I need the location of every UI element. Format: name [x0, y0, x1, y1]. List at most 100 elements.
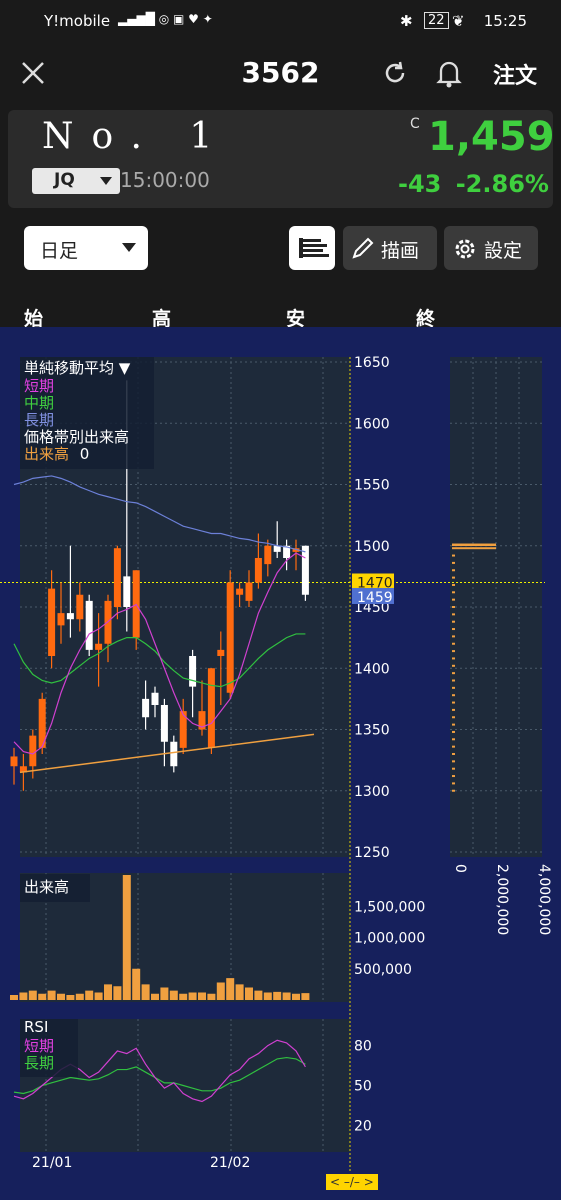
volume-bar: [75, 993, 84, 1000]
volume-profile-bar: [452, 664, 455, 667]
volume-profile-bar: [452, 642, 455, 645]
volume-bar: [113, 986, 122, 1000]
volume-profile-bar: [452, 569, 455, 572]
bell-icon[interactable]: [436, 58, 462, 88]
volume-bar: [254, 990, 263, 1000]
volume-profile-bar: [452, 730, 455, 733]
candle-body: [10, 756, 18, 767]
x-tick-label: 21/01: [32, 1155, 72, 1171]
price-change: -43 -2.86%: [398, 170, 549, 198]
list-view-button[interactable]: [289, 226, 335, 270]
volume-bar: [273, 991, 282, 1000]
candle-body: [301, 545, 309, 595]
price-tick-label: 1550: [354, 478, 390, 494]
volume-bar: [198, 992, 206, 1000]
volume-profile-bar: [452, 672, 455, 675]
volume-bar: [132, 968, 141, 1000]
volume-bar: [160, 987, 169, 1000]
volume-bar: [282, 992, 291, 1000]
rsi-long: 長期: [24, 1054, 55, 1072]
volume-profile-bar: [452, 686, 455, 689]
price-tick-label: 1500: [354, 539, 390, 555]
volume-bar: [179, 993, 188, 1000]
volume-tick-label: 1,500,000: [354, 899, 425, 915]
scroll-indicator[interactable]: < –/– >: [326, 1174, 378, 1190]
volume-bar: [216, 982, 225, 1000]
volume-profile-bar: [452, 591, 455, 594]
volume-profile-bar: [452, 753, 455, 755]
candle-body: [48, 588, 56, 656]
price-tick-label: 1350: [354, 723, 390, 739]
market-select[interactable]: JQ: [32, 168, 120, 194]
current-price: 1,459: [428, 114, 555, 160]
rsi-tick-label: 20: [354, 1118, 372, 1134]
candle-body: [160, 705, 168, 742]
candle-body: [226, 582, 234, 693]
volume-profile-bar: [452, 708, 455, 711]
volume-profile-bar: [452, 760, 455, 763]
volume-bar: [94, 992, 103, 1000]
settings-button[interactable]: 設定: [444, 226, 538, 270]
volume-bar: [301, 993, 310, 1000]
clock: 15:25: [483, 12, 527, 30]
carrier-label: Y!mobile: [44, 12, 111, 30]
bluetooth-icon: ✱: [400, 12, 413, 30]
volume-profile-bar: [452, 576, 455, 579]
draw-label: 描画: [381, 240, 420, 262]
last-price-marker-label: 1459: [357, 590, 393, 606]
volume-profile-bar: [452, 561, 455, 564]
volume-bar: [57, 993, 65, 1000]
page-title: 3562: [241, 56, 320, 89]
profile-tick-label: 4,000,000: [536, 864, 552, 935]
chevron-down-icon: [100, 177, 112, 185]
candle-body: [236, 588, 244, 595]
change-percent: -2.86%: [455, 170, 549, 198]
leaf-icon: ❦: [452, 12, 465, 30]
volume-profile-bar: [452, 789, 455, 792]
battery-icon: 22: [424, 12, 449, 29]
candle-body: [264, 545, 272, 565]
draw-button[interactable]: 描画: [343, 226, 437, 270]
volume-bar: [292, 993, 300, 1000]
volume-profile-bar: [452, 738, 455, 741]
candle-body: [142, 698, 150, 718]
period-select[interactable]: 日足: [24, 226, 148, 270]
volume-profile-bar: [452, 606, 455, 608]
candle-body: [76, 594, 84, 620]
legend-volume: 出来高 0: [24, 443, 89, 464]
candle-body: [245, 582, 253, 601]
volume-bar: [188, 992, 197, 1000]
volume-bar: [122, 875, 131, 1000]
price-tick-label: 1400: [354, 661, 390, 677]
chart-area[interactable]: 1650 1600 1550 1500 1450 1400 1350 1300 1250 21/0…: [0, 327, 561, 1200]
volume-profile-bar: [452, 613, 455, 616]
settings-label: 設定: [484, 240, 523, 262]
volume-profile-bar: [452, 723, 455, 726]
price-tick-label: 1300: [354, 784, 390, 800]
volume-bar: [28, 990, 37, 1000]
candle-body: [85, 600, 93, 650]
bars-icon: [299, 238, 329, 258]
profile-tick-label: 2,000,000: [494, 864, 510, 935]
volume-profile-bar: [452, 583, 455, 586]
volume-bar: [141, 984, 150, 1000]
volume-profile-bar: [452, 635, 455, 638]
volume-profile-bar: [452, 543, 496, 547]
signal-icon: ▂▄▆█ ◎ ▣ ♥ ✦: [118, 12, 213, 26]
rsi-tick-label: 50: [354, 1079, 372, 1095]
volume-profile-bar: [452, 650, 455, 653]
volume-tick-label: 500,000: [354, 962, 412, 978]
gear-icon: [455, 239, 475, 259]
price-tick-label: 1650: [354, 355, 390, 371]
volume-profile-bar: [452, 620, 455, 623]
refresh-icon[interactable]: [382, 60, 408, 86]
volume-bar: [151, 993, 159, 1000]
candle-body: [217, 649, 225, 656]
volume-bar: [66, 995, 75, 1000]
volume-profile-bar: [452, 694, 455, 697]
quote-time: 15:00:00: [120, 168, 210, 192]
order-button[interactable]: 注文: [493, 58, 537, 90]
volume-bar: [104, 984, 112, 1000]
volume-profile-bar: [452, 775, 455, 778]
volume-profile-bar: [452, 701, 455, 704]
